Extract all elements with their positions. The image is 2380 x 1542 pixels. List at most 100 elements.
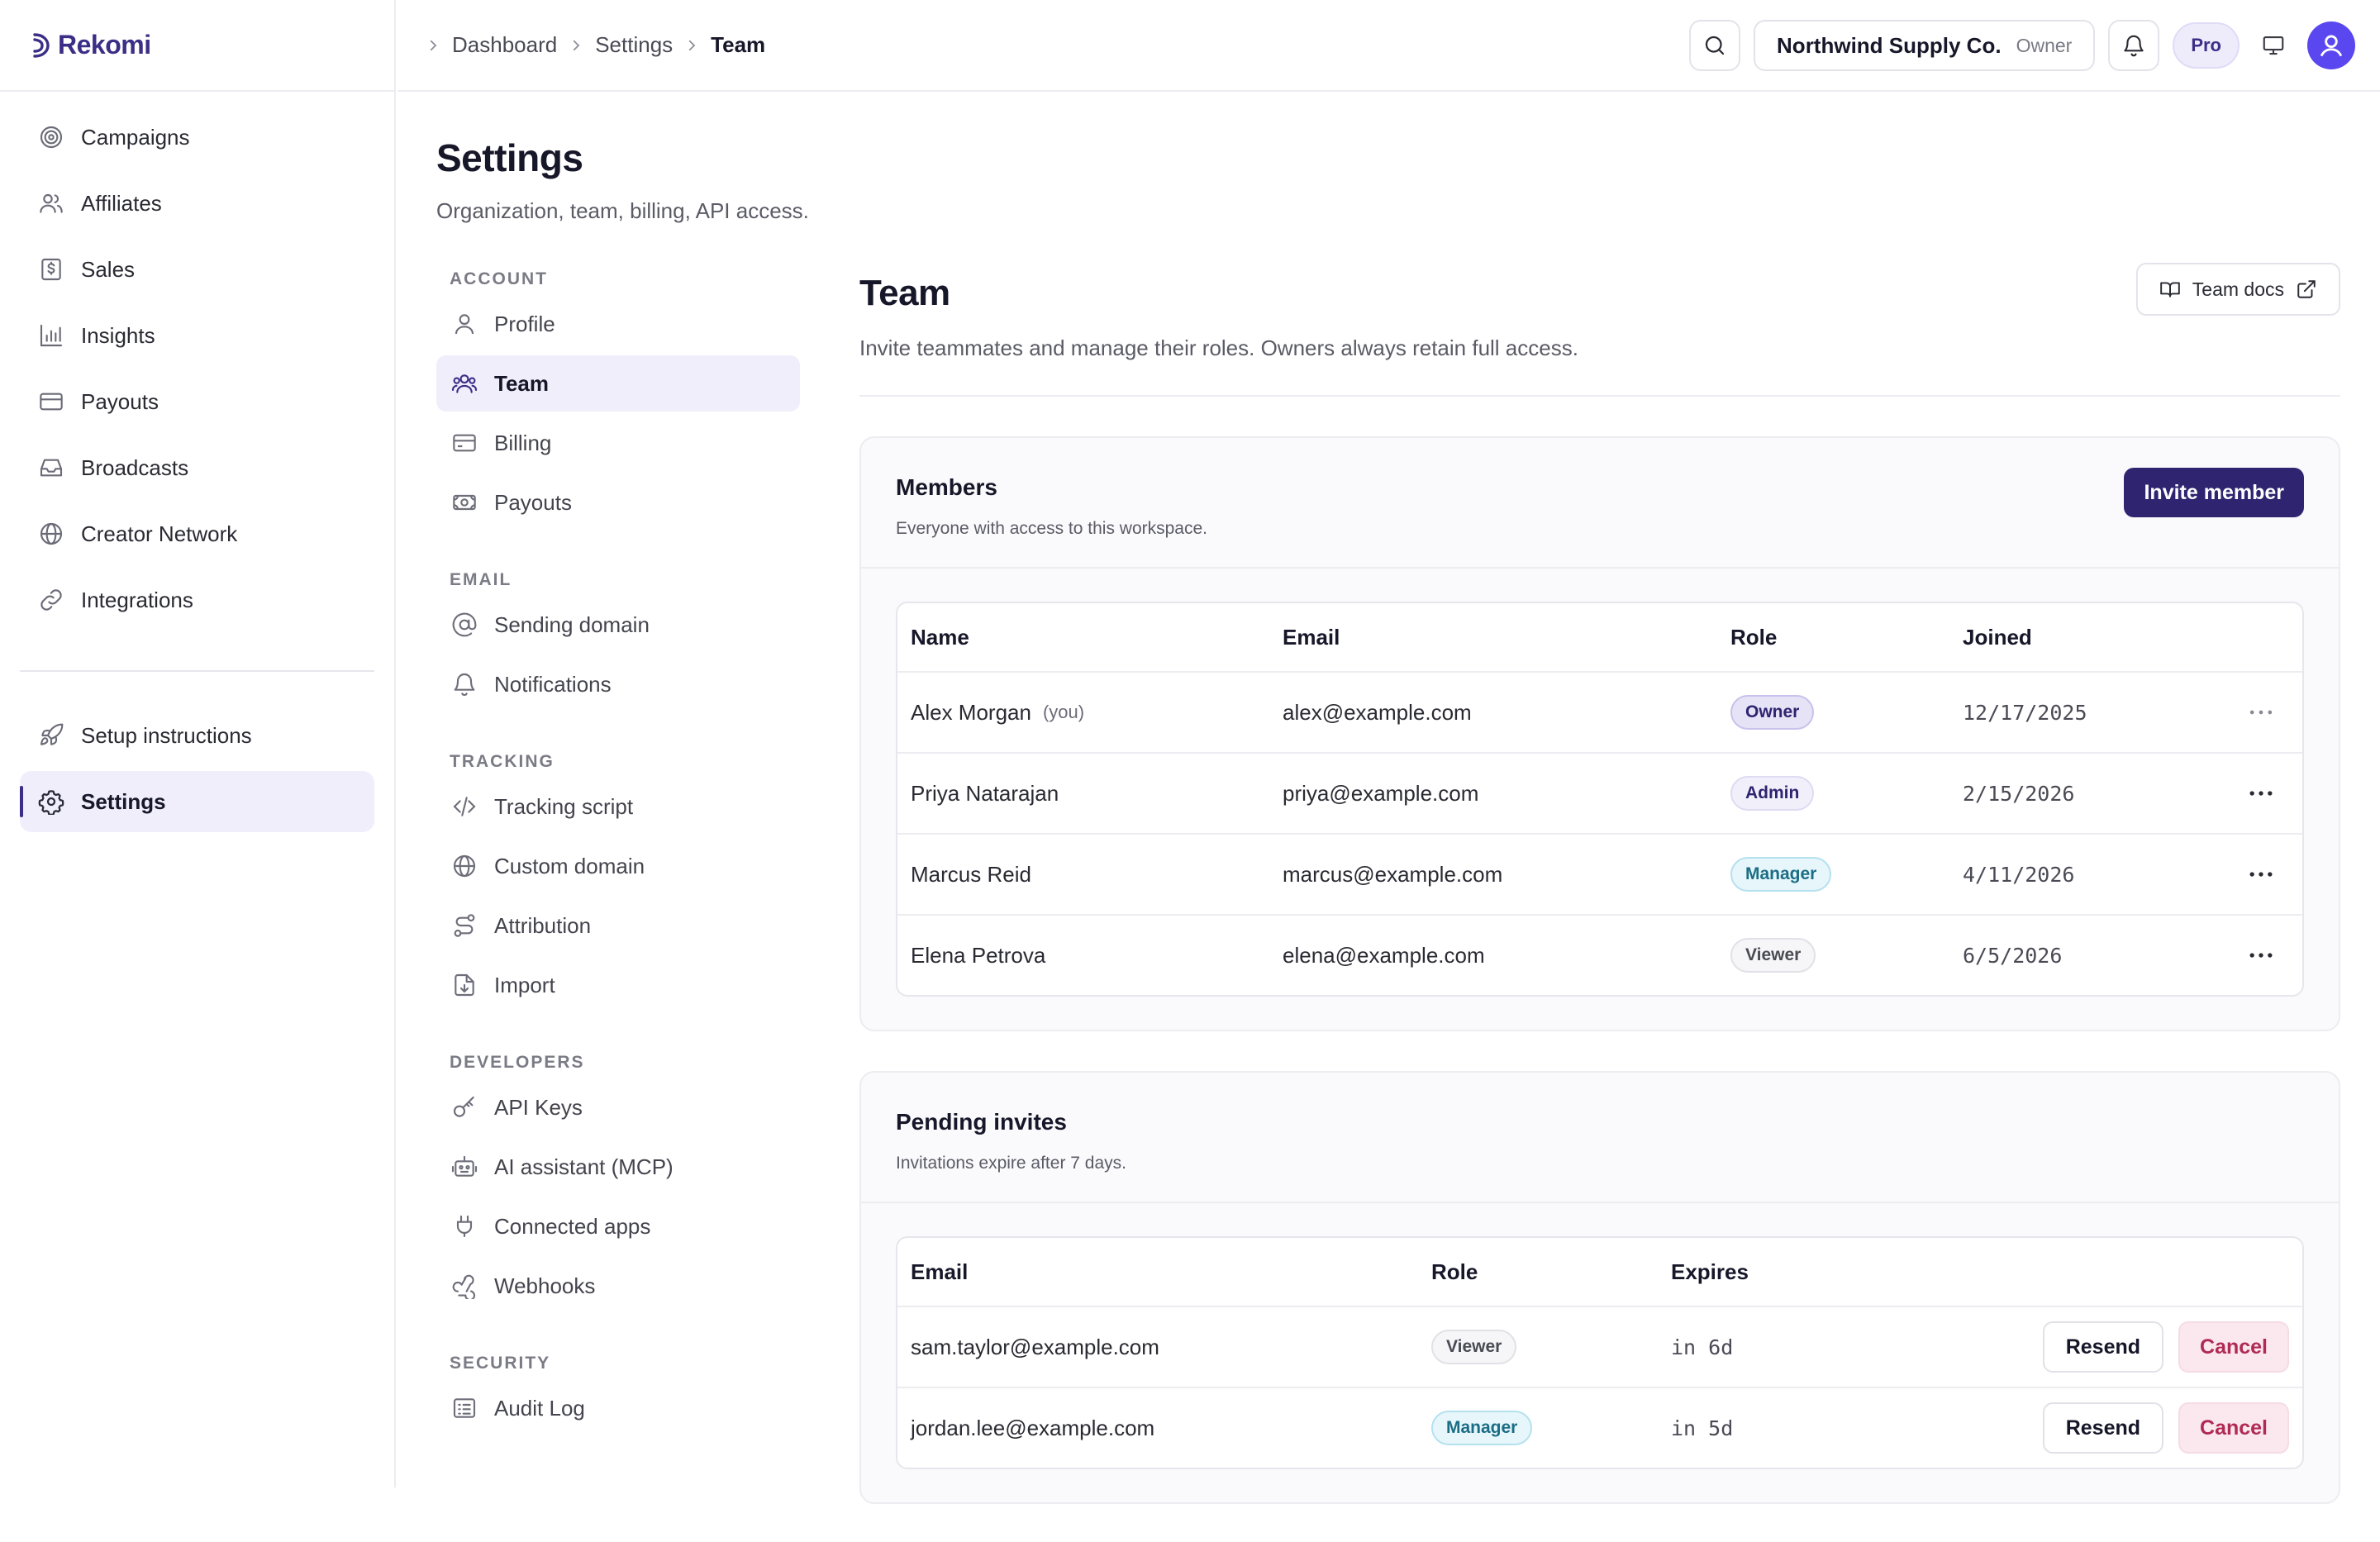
users-icon [451,370,478,397]
settings-item-webhooks[interactable]: Webhooks [436,1258,800,1314]
members-title: Members [896,474,997,500]
sidebar-item-affiliates[interactable]: Affiliates [20,173,374,234]
settings-item-audit-log[interactable]: Audit Log [436,1380,800,1436]
breadcrumb-settings[interactable]: Settings [595,32,673,58]
more-horizontal-icon[interactable] [2244,939,2278,972]
invite-member-button[interactable]: Invite member [2124,468,2304,517]
org-switcher[interactable]: Northwind Supply Co. Owner [1754,20,2096,71]
table-header-row: Email Role Expires [897,1238,2302,1306]
search-button[interactable] [1689,20,1741,71]
settings-item-ai-assistant[interactable]: AI assistant (MCP) [436,1139,800,1195]
settings-item-custom-domain[interactable]: Custom domain [436,838,800,894]
sidebar-item-payouts[interactable]: Payouts [20,371,374,432]
plan-badge[interactable]: Pro [2173,22,2240,69]
role-badge: Admin [1730,776,1815,811]
team-docs-button[interactable]: Team docs [2135,263,2340,316]
sidebar-item-label: Payouts [81,388,159,414]
resend-button[interactable]: Resend [2042,1321,2164,1373]
sidebar-item-setup-instructions[interactable]: Setup instructions [20,705,374,766]
settings-item-billing[interactable]: Billing [436,415,800,471]
search-icon [1702,33,1727,58]
table-header-row: Name Email Role Joined [897,603,2302,671]
sidebar-item-label: Sales [81,256,136,282]
role-badge: Manager [1730,857,1832,892]
settings-item-tracking-script[interactable]: Tracking script [436,778,800,835]
sidebar-item-label: Setup instructions [81,722,252,748]
team-panel: Team Invite teammates and manage their r… [859,263,2340,1504]
at-sign-icon [451,612,478,638]
code-icon [451,793,478,820]
team-description: Invite teammates and manage their roles.… [859,336,1578,360]
settings-item-import[interactable]: Import [436,957,800,1013]
display-button[interactable] [2253,20,2294,71]
role-badge: Viewer [1431,1330,1517,1364]
notifications-button[interactable] [2108,20,2160,71]
column-header-email[interactable]: Email [897,1259,1418,1285]
settings-item-label: API Keys [494,1094,583,1120]
settings-item-label: Custom domain [494,853,645,878]
member-role-cell: Owner [1717,695,1949,730]
route-icon [451,912,478,939]
plug-icon [451,1213,478,1240]
sidebar-item-label: Insights [81,322,155,348]
external-link-icon [2296,278,2317,300]
avatar[interactable] [2307,21,2355,69]
breadcrumb-dashboard[interactable]: Dashboard [452,32,557,58]
settings-item-api-keys[interactable]: API Keys [436,1079,800,1135]
section-label-developers: DEVELOPERS [450,1053,585,1072]
nav-divider [20,670,374,672]
chevron-right-icon [426,38,440,53]
column-header-role[interactable]: Role [1418,1259,1658,1285]
table-row: sam.taylor@example.com Viewer in 6d Rese… [897,1306,2302,1387]
settings-item-connected-apps[interactable]: Connected apps [436,1198,800,1254]
settings-item-attribution[interactable]: Attribution [436,897,800,954]
top-actions: Northwind Supply Co. Owner Pro [1689,20,2355,71]
more-horizontal-icon[interactable] [2244,777,2278,810]
settings-item-notifications[interactable]: Notifications [436,656,800,712]
column-header-email[interactable]: Email [1269,625,1717,650]
file-import-icon [451,972,478,998]
settings-item-sending-domain[interactable]: Sending domain [436,597,800,653]
table-row: jordan.lee@example.com Manager in 5d Res… [897,1387,2302,1468]
resend-button[interactable]: Resend [2042,1402,2164,1454]
sidebar-item-insights[interactable]: Insights [20,305,374,366]
link-icon [38,587,64,613]
sidebar-item-sales[interactable]: Sales [20,239,374,300]
settings-item-team[interactable]: Team [436,355,800,412]
target-icon [38,124,64,150]
invite-role-cell: Viewer [1418,1330,1658,1364]
invite-role-cell: Manager [1418,1411,1658,1445]
sidebar-item-label: Settings [81,788,166,814]
sidebar-item-settings[interactable]: Settings [20,771,374,832]
breadcrumb-team: Team [711,32,766,57]
list-icon [451,1395,478,1421]
cancel-invite-button[interactable]: Cancel [2178,1321,2289,1373]
invite-expires: in 6d [1671,1335,1734,1359]
column-header-expires[interactable]: Expires [1658,1259,1906,1285]
brand[interactable]: Rekomi [0,0,394,92]
table-row: Marcus Reid marcus@example.com Manager 4… [897,833,2302,914]
sidebar-item-integrations[interactable]: Integrations [20,569,374,631]
webhook-icon [451,1273,478,1299]
settings-item-payouts[interactable]: Payouts [436,474,800,531]
settings-item-profile[interactable]: Profile [436,296,800,352]
receipt-dollar-icon [38,256,64,283]
money-icon [451,489,478,516]
settings-item-label: Webhooks [494,1273,596,1298]
cancel-invite-button[interactable]: Cancel [2178,1402,2289,1454]
members-card-body: Name Email Role Joined Alex Morgan (you)… [861,569,2339,1030]
role-badge: Manager [1431,1411,1533,1445]
column-header-name[interactable]: Name [897,625,1269,650]
more-horizontal-icon[interactable] [2244,696,2278,729]
more-horizontal-icon[interactable] [2244,858,2278,891]
column-header-role[interactable]: Role [1717,625,1949,650]
sidebar-item-broadcasts[interactable]: Broadcasts [20,437,374,498]
sidebar-item-label: Campaigns [81,124,190,150]
sidebar-item-campaigns[interactable]: Campaigns [20,107,374,168]
member-email: marcus@example.com [1283,861,1503,887]
column-header-joined[interactable]: Joined [1949,625,2164,650]
settings-item-label: Profile [494,311,555,336]
sidebar-item-creator-network[interactable]: Creator Network [20,503,374,564]
